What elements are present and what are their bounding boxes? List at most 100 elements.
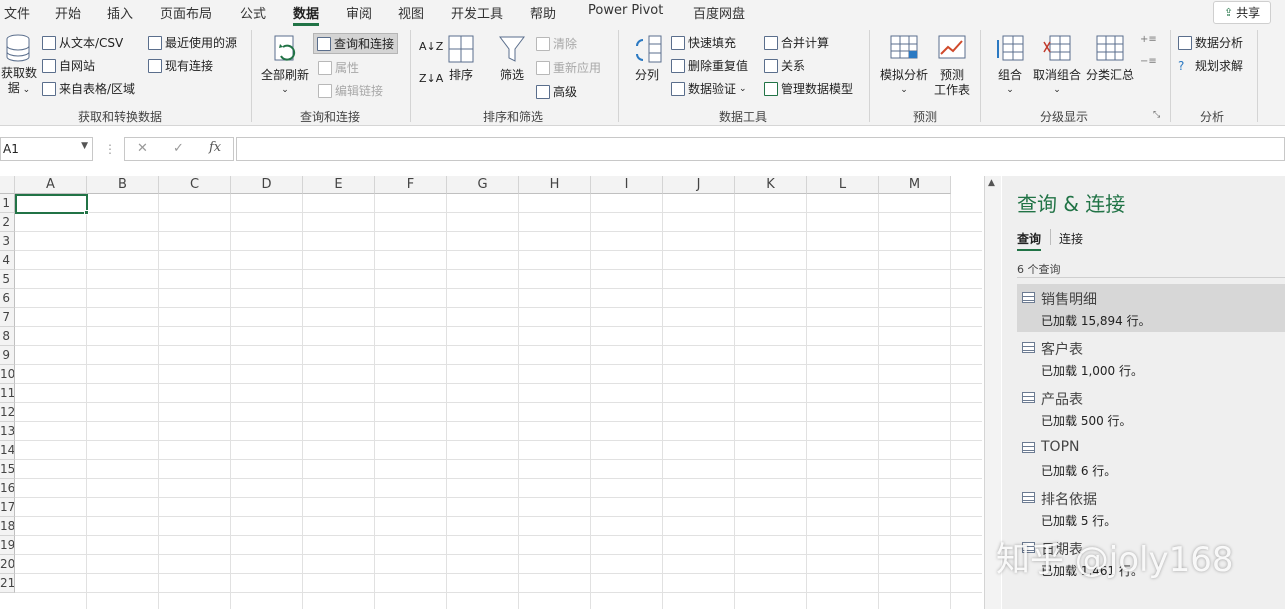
column-header-d[interactable]: D — [231, 176, 303, 194]
query-item-date-table[interactable]: 日期表 已加载 1,461 行。 — [1017, 534, 1285, 582]
tab-formulas[interactable]: 公式 — [240, 3, 266, 22]
row-header[interactable]: 17 — [0, 498, 15, 517]
row-header[interactable]: 21 — [0, 574, 15, 593]
forecast-sheet-button[interactable]: 预测 工作表 — [933, 34, 971, 98]
tab-help[interactable]: 帮助 — [530, 3, 556, 22]
column-header-j[interactable]: J — [663, 176, 735, 194]
row-header[interactable]: 10 — [0, 365, 15, 384]
tab-power-pivot[interactable]: Power Pivot — [588, 3, 663, 18]
remove-duplicates-button[interactable]: 删除重复值 — [671, 57, 748, 74]
row-header[interactable]: 2 — [0, 213, 15, 232]
column-header-g[interactable]: G — [447, 176, 519, 194]
tab-insert[interactable]: 插入 — [107, 3, 133, 22]
column-header-i[interactable]: I — [591, 176, 663, 194]
vertical-scrollbar[interactable]: ▲ — [984, 176, 1001, 609]
solver-button[interactable]: ? 规划求解 — [1178, 57, 1243, 74]
formula-input[interactable] — [236, 137, 1285, 161]
row-header[interactable]: 9 — [0, 346, 15, 365]
manage-data-model-button[interactable]: 管理数据模型 — [764, 80, 853, 97]
scroll-up-icon[interactable]: ▲ — [988, 178, 995, 188]
insert-function-icon[interactable]: fx — [209, 140, 221, 155]
flash-fill-button[interactable]: 快速填充 — [671, 34, 736, 51]
refresh-all-button[interactable]: 全部刷新 ⌄ — [258, 34, 312, 98]
from-table-range-button[interactable]: 来自表格/区域 — [42, 80, 135, 97]
reapply-button[interactable]: 重新应用 — [536, 59, 601, 76]
edit-links-button[interactable]: 编辑链接 — [318, 82, 383, 99]
row-header[interactable]: 20 — [0, 555, 15, 574]
existing-connections-button[interactable]: 现有连接 — [148, 57, 213, 74]
data-validation-button[interactable]: 数据验证 ⌄ — [671, 80, 747, 97]
from-text-csv-button[interactable]: 从文本/CSV — [42, 34, 123, 51]
column-header-l[interactable]: L — [807, 176, 879, 194]
column-header-m[interactable]: M — [879, 176, 951, 194]
properties-button[interactable]: 属性 — [318, 59, 359, 76]
tab-review[interactable]: 审阅 — [346, 3, 372, 22]
column-header-c[interactable]: C — [159, 176, 231, 194]
tab-page-layout[interactable]: 页面布局 — [160, 3, 212, 22]
text-to-columns-button[interactable]: 分列 — [628, 34, 666, 83]
query-item-products[interactable]: 产品表 已加载 500 行。 — [1017, 384, 1285, 432]
row-header[interactable]: 13 — [0, 422, 15, 441]
row-header[interactable]: 8 — [0, 327, 15, 346]
recent-sources-button[interactable]: 最近使用的源 — [148, 34, 237, 51]
tab-baidu-netdisk[interactable]: 百度网盘 — [693, 3, 745, 22]
query-item-customers[interactable]: 客户表 已加载 1,000 行。 — [1017, 334, 1285, 382]
get-data-button[interactable]: 获取数 据 ⌄ — [0, 32, 38, 98]
from-web-button[interactable]: 自网站 — [42, 57, 95, 74]
tab-view[interactable]: 视图 — [398, 3, 424, 22]
name-box[interactable]: A1 ▼ — [0, 137, 93, 161]
clear-filter-button[interactable]: 清除 — [536, 35, 577, 52]
tab-file[interactable]: 文件 — [4, 3, 30, 22]
column-header-f[interactable]: F — [375, 176, 447, 194]
hide-detail-button[interactable]: −≡ — [1140, 56, 1157, 67]
sort-az-button[interactable]: A↓Z — [419, 40, 443, 53]
query-item-rank-basis[interactable]: 排名依据 已加载 5 行。 — [1017, 484, 1285, 532]
row-header[interactable]: 19 — [0, 536, 15, 555]
row-header[interactable]: 11 — [0, 384, 15, 403]
fill-handle[interactable] — [84, 210, 89, 215]
queries-connections-button[interactable]: 查询和连接 — [313, 33, 399, 54]
relationships-button[interactable]: 关系 — [764, 57, 805, 74]
group-rows-button[interactable]: 组合 ⌄ — [992, 34, 1028, 98]
tab-connections[interactable]: 连接 — [1059, 230, 1083, 247]
query-item-topn[interactable]: TOPN 已加载 6 行。 — [1017, 434, 1285, 482]
row-header[interactable]: 18 — [0, 517, 15, 536]
row-header[interactable]: 7 — [0, 308, 15, 327]
ungroup-button[interactable]: 取消组合 ⌄ — [1030, 34, 1084, 98]
cancel-icon[interactable]: ✕ — [137, 141, 148, 156]
query-item-sales-detail[interactable]: 销售明细 已加载 15,894 行。 — [1017, 284, 1285, 332]
tab-home[interactable]: 开始 — [55, 3, 81, 22]
worksheet-grid[interactable]: A B C D E F G H I J K L M 1 2 3 4 5 6 7 8 9 10 11 12 13 14 15 16 17 18… — [0, 176, 982, 609]
row-header[interactable]: 16 — [0, 479, 15, 498]
row-header[interactable]: 6 — [0, 289, 15, 308]
share-button[interactable]: ⇪ 共享 — [1213, 1, 1271, 24]
row-header[interactable]: 5 — [0, 270, 15, 289]
filter-button[interactable]: 筛选 — [495, 34, 529, 83]
subtotal-button[interactable]: 分类汇总 — [1084, 34, 1136, 83]
tab-data[interactable]: 数据 — [293, 3, 320, 26]
column-header-a[interactable]: A — [15, 176, 87, 194]
advanced-filter-button[interactable]: 高级 — [536, 83, 577, 100]
sort-za-button[interactable]: Z↓A — [419, 72, 443, 85]
row-header[interactable]: 14 — [0, 441, 15, 460]
dialog-launcher-icon[interactable]: ⤡ — [1153, 110, 1160, 120]
row-header[interactable]: 12 — [0, 403, 15, 422]
sort-button[interactable]: 排序 — [444, 34, 478, 83]
enter-icon[interactable]: ✓ — [173, 141, 184, 156]
data-analysis-button[interactable]: 数据分析 — [1178, 34, 1243, 51]
show-detail-button[interactable]: +≡ — [1140, 34, 1157, 45]
chevron-down-icon[interactable]: ▼ — [81, 141, 88, 151]
row-header[interactable]: 4 — [0, 251, 15, 270]
selected-cell[interactable] — [15, 194, 88, 214]
row-header[interactable]: 3 — [0, 232, 15, 251]
what-if-analysis-button[interactable]: 模拟分析 ⌄ — [877, 34, 931, 98]
column-header-k[interactable]: K — [735, 176, 807, 194]
tab-queries[interactable]: 查询 — [1017, 230, 1042, 251]
row-header[interactable]: 15 — [0, 460, 15, 479]
column-header-h[interactable]: H — [519, 176, 591, 194]
select-all-corner[interactable] — [0, 176, 15, 194]
consolidate-button[interactable]: 合并计算 — [764, 34, 829, 51]
row-header[interactable]: 1 — [0, 194, 15, 213]
tab-developer[interactable]: 开发工具 — [451, 3, 503, 22]
column-header-b[interactable]: B — [87, 176, 159, 194]
